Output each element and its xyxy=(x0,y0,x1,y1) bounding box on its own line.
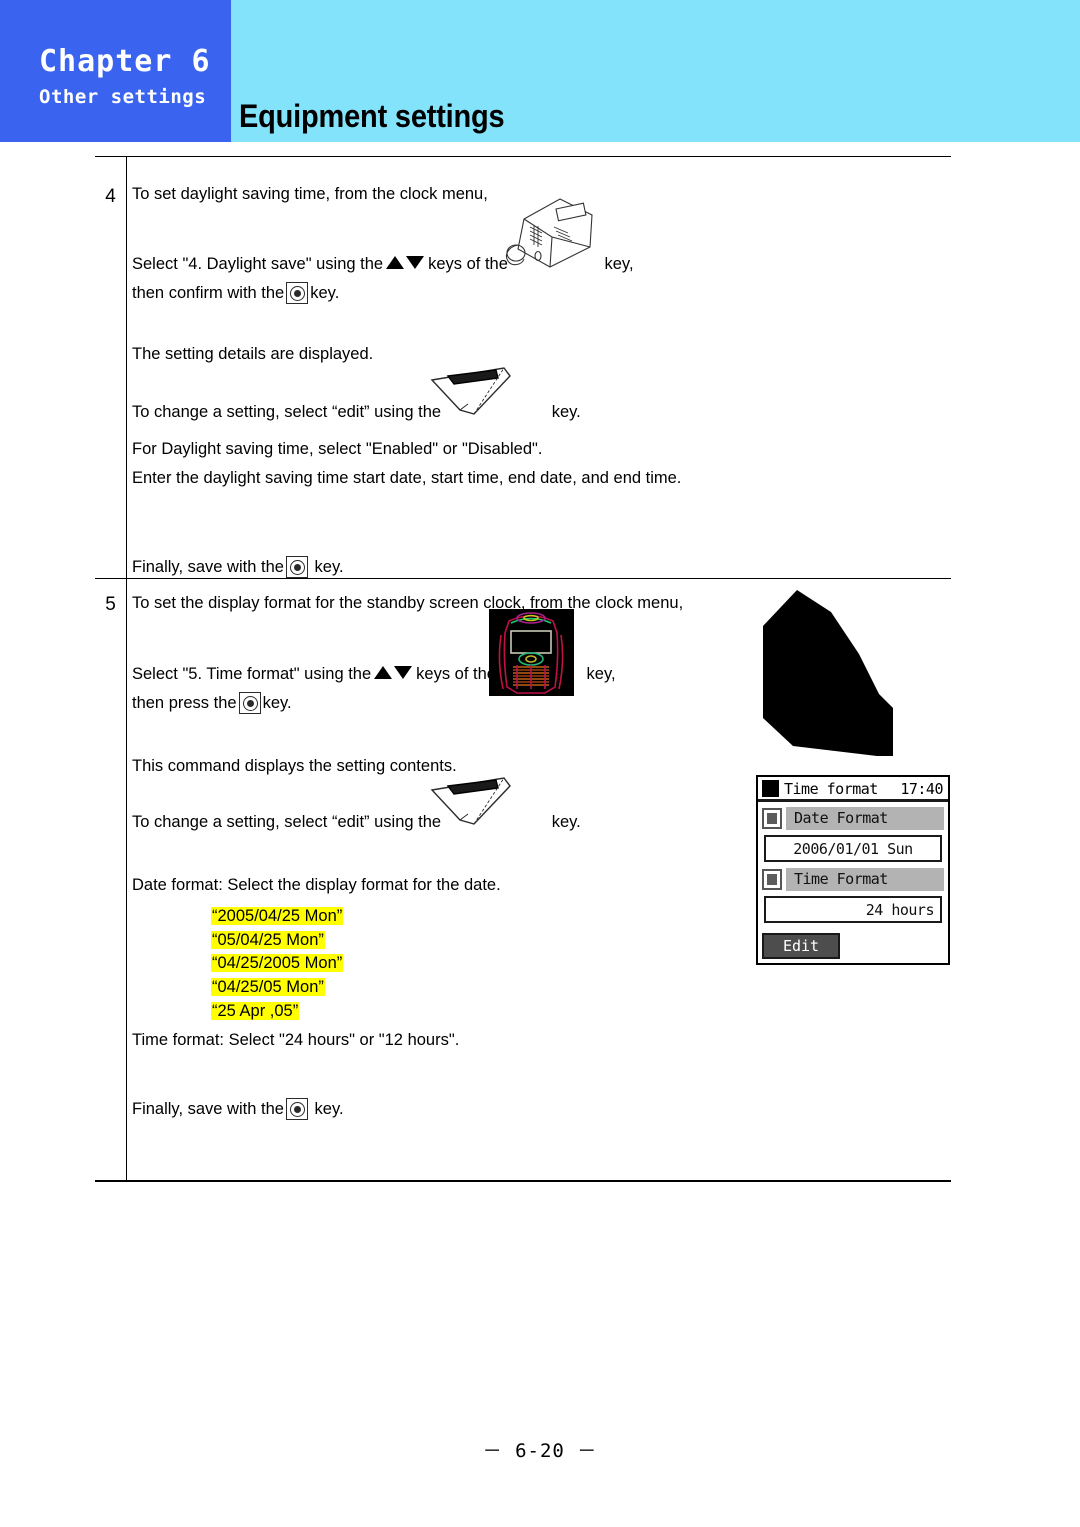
soft-key-icon xyxy=(418,768,526,830)
step5-key-period: key. xyxy=(262,694,292,712)
step4-enabled-disabled: For Daylight saving time, select "Enable… xyxy=(132,440,543,458)
step4-finally-save-line: Finally, save with the key. xyxy=(132,556,344,578)
step4-key-period: key. xyxy=(310,284,340,302)
table-column-divider xyxy=(126,156,127,1182)
table-row-divider xyxy=(95,578,951,579)
step5-then-press: then press the xyxy=(132,694,237,712)
desk-phone-icon xyxy=(494,193,598,275)
step5-key-period-3: key. xyxy=(314,1100,344,1118)
arrow-up-icon xyxy=(386,256,405,269)
table-bottom-border xyxy=(95,1180,951,1182)
page-title: Equipment settings xyxy=(239,99,505,135)
step5-finally-save: Finally, save with the xyxy=(132,1100,284,1118)
step5-key-comma: key, xyxy=(586,665,616,683)
arrow-down-icon xyxy=(394,666,413,679)
chapter-subtitle: Other settings xyxy=(39,86,207,108)
lcd-value-date-format[interactable]: 2006/01/01 Sun xyxy=(764,835,942,862)
lcd-bullet-icon xyxy=(762,869,782,890)
black-polygon-artifact xyxy=(727,588,932,773)
step5-line-1: To set the display format for the standb… xyxy=(132,594,684,612)
soft-key-icon xyxy=(418,358,526,420)
chapter-label: Chapter 6 xyxy=(39,44,211,79)
lcd-status-square-icon xyxy=(762,780,779,797)
step4-line-1: To set daylight saving time, from the cl… xyxy=(132,185,488,203)
date-format-option: “04/25/2005 Mon” xyxy=(211,954,344,973)
step4-confirm-line: then confirm with the key. xyxy=(132,282,339,304)
step-number: 5 xyxy=(105,594,116,615)
lcd-label: Date Format xyxy=(794,809,888,827)
step-number: 4 xyxy=(105,186,116,207)
lcd-row-label-time-format[interactable]: Time Format xyxy=(762,867,944,893)
mobile-phone-icon xyxy=(489,609,574,696)
step4-finally-save: Finally, save with the xyxy=(132,558,284,576)
lcd-title: Time format xyxy=(784,780,878,798)
step5-key-period-2: key. xyxy=(551,813,581,831)
step4-key-period-2: key. xyxy=(551,403,581,421)
lcd-edit-label: Edit xyxy=(782,937,820,955)
enter-key-icon xyxy=(238,692,261,714)
lcd-row-label-date-format[interactable]: Date Format xyxy=(762,806,944,832)
lcd-label: Time Format xyxy=(794,870,888,888)
lcd-bullet-icon xyxy=(762,808,782,829)
lcd-value-time-format[interactable]: 24 hours xyxy=(764,896,942,923)
lcd-screen-mockup: Time format 17:40 Date Format 2006/01/01… xyxy=(756,775,950,965)
lcd-value: 2006/01/01 Sun xyxy=(793,840,913,858)
step4-key-period-3: key. xyxy=(314,558,344,576)
arrow-up-icon xyxy=(374,666,393,679)
lcd-value: 24 hours xyxy=(865,901,935,919)
enter-key-icon xyxy=(286,282,309,304)
date-format-options-list: “2005/04/25 Mon” “05/04/25 Mon” “04/25/2… xyxy=(211,906,344,1021)
step4-select-prefix: Select "4. Daylight save" using the xyxy=(132,255,384,273)
lcd-edit-button[interactable]: Edit xyxy=(762,933,840,959)
step4-change-setting: To change a setting, select “edit” using… xyxy=(132,403,442,421)
step5-select-prefix: Select "5. Time format" using the xyxy=(132,665,372,683)
lcd-title-bar: Time format 17:40 xyxy=(758,777,948,802)
step4-key-comma: key, xyxy=(604,255,634,273)
step5-date-format-line: Date format: Select the display format f… xyxy=(132,876,501,894)
step4-then-confirm: then confirm with the xyxy=(132,284,285,302)
lcd-clock: 17:40 xyxy=(900,780,943,798)
step5-time-format-line: Time format: Select "24 hours" or "12 ho… xyxy=(132,1031,460,1049)
table-top-border xyxy=(95,156,951,157)
page-header: Chapter 6 Other settings Equipment setti… xyxy=(0,0,1080,142)
step5-command-displays: This command displays the setting conten… xyxy=(132,757,457,775)
date-format-option: “04/25/05 Mon” xyxy=(211,977,325,996)
step5-change-setting: To change a setting, select “edit” using… xyxy=(132,813,442,831)
enter-key-icon xyxy=(285,1098,308,1120)
page-footer: － 6-20 － xyxy=(482,1440,598,1462)
step5-finally-save-line: Finally, save with the key. xyxy=(132,1098,344,1120)
step5-press-line: then press the key. xyxy=(132,692,292,714)
enter-key-icon xyxy=(285,556,308,578)
date-format-option: “05/04/25 Mon” xyxy=(211,930,325,949)
date-format-option: “2005/04/25 Mon” xyxy=(211,907,344,925)
step5-keys-of-the: keys of the xyxy=(416,665,496,683)
step4-details-displayed: The setting details are displayed. xyxy=(132,345,374,363)
step4-enter-dst: Enter the daylight saving time start dat… xyxy=(132,469,682,487)
arrow-down-icon xyxy=(406,256,425,269)
date-format-option: “25 Apr ,05” xyxy=(211,1001,300,1020)
